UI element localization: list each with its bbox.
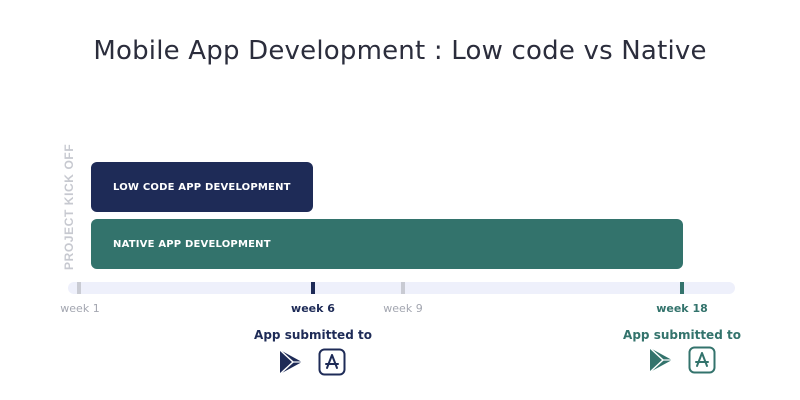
- google-play-icon: [648, 346, 674, 374]
- tick-week-18: [680, 282, 684, 294]
- week-1-label: week 1: [60, 302, 100, 315]
- app-store-icon: [688, 346, 716, 374]
- tick-week-9: [401, 282, 405, 294]
- week-18-label: week 18: [656, 302, 708, 315]
- low-code-bar: LOW CODE APP DEVELOPMENT: [91, 162, 313, 212]
- page-title: Mobile App Development : Low code vs Nat…: [93, 36, 707, 66]
- native-bar: NATIVE APP DEVELOPMENT: [91, 219, 683, 269]
- tick-week-1: [77, 282, 81, 294]
- week-9-label: week 9: [383, 302, 423, 315]
- week-6-label: week 6: [291, 302, 335, 315]
- low-code-bar-label: LOW CODE APP DEVELOPMENT: [113, 181, 291, 193]
- native-submitted-label: App submitted to: [623, 328, 741, 342]
- tick-week-6: [311, 282, 315, 294]
- app-store-icon: [318, 348, 346, 376]
- native-bar-label: NATIVE APP DEVELOPMENT: [113, 238, 271, 250]
- google-play-icon: [278, 348, 304, 376]
- low-code-submitted-label: App submitted to: [254, 328, 372, 342]
- project-kickoff-label: PROJECT KICK OFF: [62, 143, 76, 270]
